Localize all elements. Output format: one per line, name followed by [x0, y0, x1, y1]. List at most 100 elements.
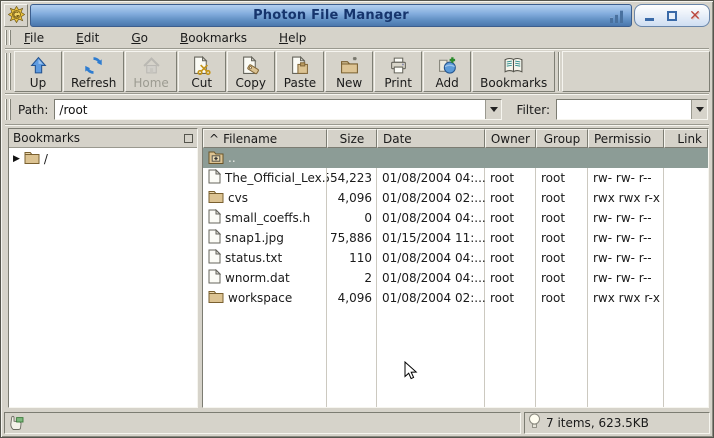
new-button[interactable]: New: [325, 51, 373, 92]
filter-input[interactable]: [557, 100, 691, 119]
file-cell: 01/08/2004 04:...: [377, 268, 485, 288]
file-name: The_Official_Lex...: [225, 171, 327, 185]
menu-bookmarks[interactable]: Bookmarks: [170, 29, 259, 47]
file-cell: rw- rw- r--: [588, 228, 664, 248]
column-header-label: Group: [544, 132, 581, 146]
paste-button[interactable]: Paste: [276, 51, 324, 92]
path-input[interactable]: [55, 100, 485, 119]
bookmarks-panel-header: Bookmarks: [9, 129, 197, 148]
add-bookmark-icon: [438, 55, 457, 76]
title-bar: Photon File Manager ✕: [4, 4, 710, 27]
print-button[interactable]: Print: [374, 51, 422, 92]
file-cell: rw- rw- r--: [588, 168, 664, 188]
status-bar: 7 items, 623.5KB: [4, 410, 710, 434]
file-row-the-official-lex-[interactable]: The_Official_Lex...554,22301/08/2004 04:…: [203, 168, 708, 188]
close-button[interactable]: ✕: [686, 8, 704, 24]
menu-go[interactable]: Go: [121, 29, 160, 47]
expander-icon[interactable]: ▶: [13, 154, 20, 164]
folder-icon: [208, 190, 224, 206]
file-cell: [664, 228, 708, 248]
file-row-small-coeffs-h[interactable]: small_coeffs.h001/08/2004 04:...rootroot…: [203, 208, 708, 228]
status-left-pane: [4, 412, 521, 434]
toolbar-button-label: New: [336, 76, 362, 90]
path-dropdown-button[interactable]: [485, 100, 501, 119]
column-header-size[interactable]: Size: [327, 129, 377, 148]
menu-edit[interactable]: Edit: [66, 29, 111, 47]
cut-button[interactable]: Cut: [178, 51, 226, 92]
menu-file[interactable]: File: [14, 29, 56, 47]
column-header-filename[interactable]: ^Filename: [203, 129, 327, 148]
folder-icon: [208, 290, 224, 306]
menu-help[interactable]: Help: [269, 29, 318, 47]
bookmarks-icon: [503, 55, 524, 76]
title-bar-gradient[interactable]: Photon File Manager: [30, 4, 632, 27]
column-header-permissio[interactable]: Permissio: [588, 129, 664, 148]
column-header-link[interactable]: Link: [664, 129, 708, 148]
column-header-label: Owner: [491, 132, 530, 146]
file-icon: [208, 249, 221, 267]
file-row--[interactable]: ..: [203, 148, 708, 168]
toolbar-separator: [558, 52, 560, 91]
file-row-status-txt[interactable]: status.txt11001/08/2004 04:...rootrootrw…: [203, 248, 708, 268]
bookmarks-tree: ▶/: [9, 148, 197, 407]
file-cell: root: [536, 268, 588, 288]
refresh-icon: [84, 55, 103, 76]
file-cell: 01/08/2004 04:...: [377, 168, 485, 188]
column-header-group[interactable]: Group: [536, 129, 588, 148]
file-cell: 4,096: [327, 188, 377, 208]
maximize-button[interactable]: [663, 8, 681, 24]
file-cell: 110: [327, 248, 377, 268]
copy-button[interactable]: Copy: [227, 51, 275, 92]
photon-gear-icon: [8, 6, 25, 26]
photon-file-manager-window: Photon File Manager ✕ File Edit Go Bookmark…: [0, 0, 714, 438]
file-cell: [664, 248, 708, 268]
main-area: Bookmarks ▶/ ^FilenameSizeDateOwnerGroup…: [4, 126, 710, 410]
column-header-owner[interactable]: Owner: [485, 129, 536, 148]
path-bar: Path: Filter:: [4, 95, 710, 124]
file-cell: root: [485, 188, 536, 208]
copy-icon: [241, 55, 260, 76]
panel-detach-button[interactable]: [184, 134, 193, 143]
path-combobox: [54, 99, 502, 120]
add-button[interactable]: Add: [423, 51, 471, 92]
file-cell: 01/08/2004 02:...: [377, 288, 485, 308]
refresh-button[interactable]: Refresh: [63, 51, 124, 92]
toolbar-button-label: Cut: [191, 76, 212, 90]
bookmark-label: /: [44, 152, 48, 166]
file-cell: [377, 148, 485, 168]
toolbar-button-label: Add: [436, 76, 459, 90]
file-row-snap1-jpg[interactable]: snap1.jpg75,88601/15/2004 11:...rootroot…: [203, 228, 708, 248]
menubar-grip[interactable]: [4, 28, 14, 47]
file-row-wnorm-dat[interactable]: wnorm.dat201/08/2004 04:...rootrootrw- r…: [203, 268, 708, 288]
minimize-button[interactable]: [640, 8, 658, 24]
file-cell: root: [485, 208, 536, 228]
column-header-label: Date: [383, 132, 412, 146]
toolbar-button-label: Refresh: [71, 76, 116, 90]
minimize-icon: [645, 18, 654, 21]
column-header-label: Size: [340, 132, 365, 146]
file-cell: [664, 168, 708, 188]
filter-dropdown-button[interactable]: [691, 100, 707, 119]
bookmarks-button[interactable]: Bookmarks: [472, 51, 555, 92]
close-icon: ✕: [689, 9, 701, 23]
file-name: snap1.jpg: [225, 231, 284, 245]
file-cell: 01/08/2004 04:...: [377, 248, 485, 268]
up-button[interactable]: Up: [14, 51, 62, 92]
toolbar-filler: [562, 51, 710, 92]
file-icon: [208, 229, 221, 247]
file-row-cvs[interactable]: cvs4,09601/08/2004 02:...rootrootrwx rwx…: [203, 188, 708, 208]
folder-icon: [24, 151, 40, 167]
file-cell: rw- rw- r--: [588, 208, 664, 228]
bookmark-item-root[interactable]: ▶/: [9, 150, 197, 168]
file-icon: [208, 269, 221, 287]
file-cell: root: [536, 228, 588, 248]
file-name: ..: [228, 151, 236, 165]
window-menu-button[interactable]: [4, 4, 28, 27]
file-rows: .. The_Official_Lex...554,22301/08/2004 0…: [203, 148, 708, 308]
toolbar-grip[interactable]: [4, 51, 14, 92]
column-header-date[interactable]: Date: [377, 129, 485, 148]
file-cell: rw- rw- r--: [588, 268, 664, 288]
file-row-workspace[interactable]: workspace4,09601/08/2004 02:...rootrootr…: [203, 288, 708, 308]
toolbar-button-label: Home: [133, 76, 168, 90]
pathbar-grip[interactable]: [4, 97, 14, 122]
